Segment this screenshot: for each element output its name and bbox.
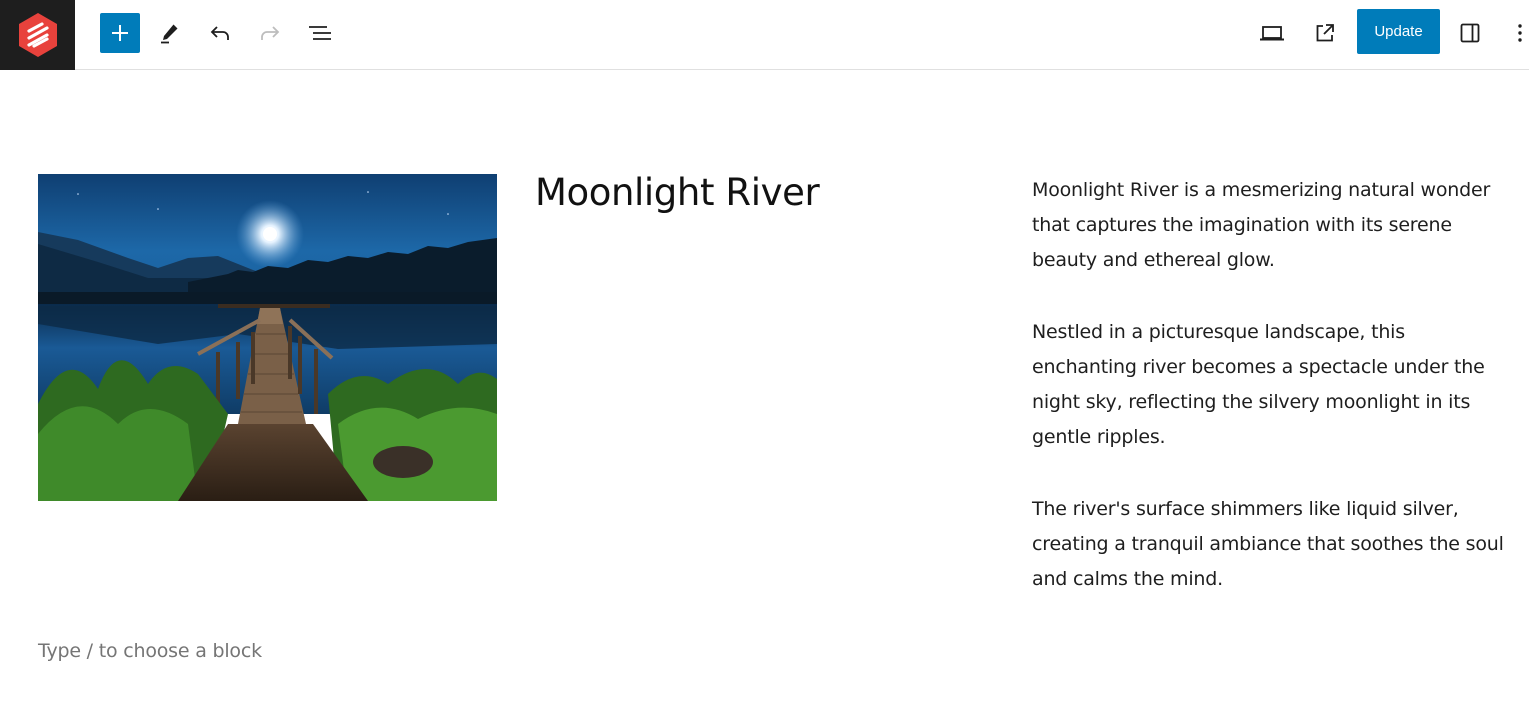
redo-icon [261,26,280,40]
sidebar-icon [1460,23,1480,43]
edit-mode-button[interactable] [150,13,190,53]
paragraph-block[interactable]: The river's surface shimmers like liquid… [1032,492,1512,597]
paragraph-block[interactable]: Nestled in a picturesque landscape, this… [1032,315,1512,455]
redo-button[interactable] [250,13,290,53]
paragraph-block[interactable]: Moonlight River is a mesmerizing natural… [1032,173,1512,278]
settings-sidebar-button[interactable] [1450,13,1490,53]
paragraph-column: Moonlight River is a mesmerizing natural… [1032,173,1512,634]
list-view-icon [309,26,331,40]
document-overview-button[interactable] [300,13,340,53]
plus-icon [112,25,128,41]
update-button[interactable]: Update [1357,9,1440,54]
editor-toolbar: Update [0,0,1529,70]
block-appender-placeholder[interactable]: Type / to choose a block [38,640,262,662]
featured-image[interactable] [38,174,497,501]
preview-button[interactable] [1252,13,1292,53]
pencil-icon [161,24,178,44]
laptop-icon [1260,26,1284,41]
more-vertical-icon [1518,24,1522,42]
undo-button[interactable] [200,13,240,53]
undo-icon [210,26,229,40]
view-post-button[interactable] [1305,13,1345,53]
add-block-button[interactable] [100,13,140,53]
options-button[interactable] [1500,13,1529,53]
site-logo-button[interactable] [0,0,75,70]
post-title[interactable]: Moonlight River [535,171,820,214]
external-link-icon [1316,24,1334,42]
site-logo-icon [18,13,57,57]
